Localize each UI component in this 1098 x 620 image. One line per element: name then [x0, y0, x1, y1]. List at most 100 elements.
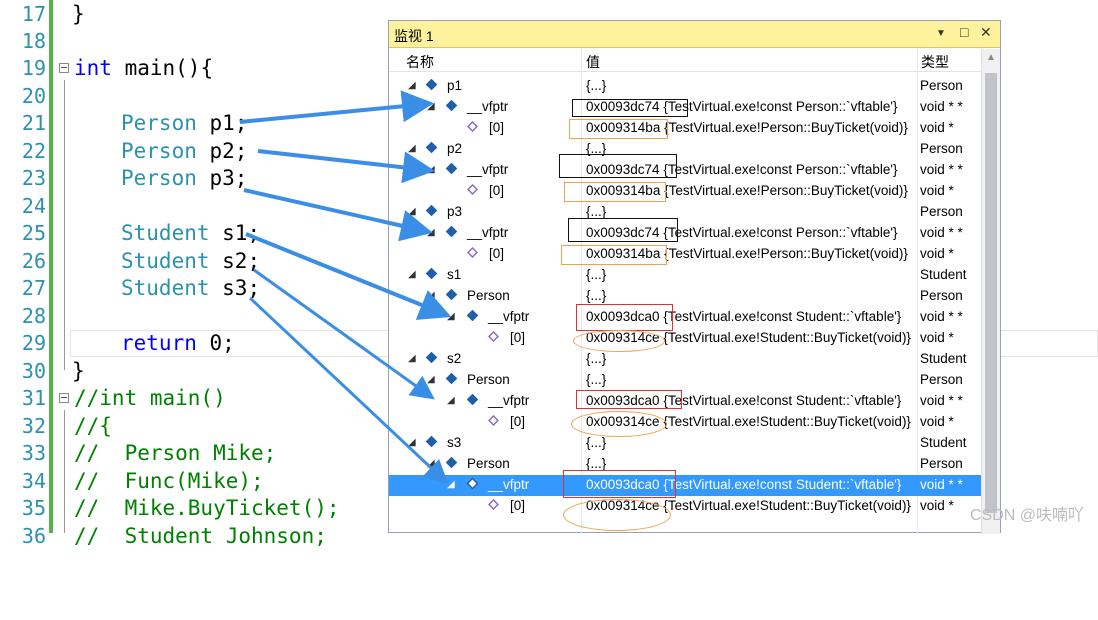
- method-icon: [467, 247, 478, 258]
- watch-row[interactable]: ◢ p1 {...} Person: [389, 76, 981, 97]
- watch-row-type: Person: [920, 372, 963, 387]
- watch-row[interactable]: [0] 0x009314ba {TestVirtual.exe!Person::…: [389, 244, 981, 265]
- watch-row-type: void *: [920, 183, 954, 198]
- code-text: s2;: [209, 249, 261, 273]
- watch-title-bar[interactable]: 监视 1 ▼ □ ✕: [389, 21, 1000, 48]
- code-text: }: [72, 2, 85, 26]
- watch-row-type: Person: [920, 456, 963, 471]
- watch-row[interactable]: ◢ s2 {...} Student: [389, 349, 981, 370]
- watch-row[interactable]: ◢ p3 {...} Person: [389, 202, 981, 223]
- collapse-arrow-icon[interactable]: ◢: [427, 227, 435, 238]
- fold-toggle-icon[interactable]: [59, 393, 69, 403]
- column-name-header[interactable]: 名称: [406, 52, 434, 72]
- watch-row[interactable]: [0] 0x009314ce {TestVirtual.exe!Student:…: [389, 496, 981, 517]
- watch-row-value: {...}: [586, 435, 607, 450]
- collapse-arrow-icon[interactable]: ◢: [427, 290, 435, 301]
- watch-row[interactable]: ◢ __vfptr 0x0093dca0 {TestVirtual.exe!co…: [389, 391, 981, 412]
- comment-text: // Person Mike;: [74, 441, 277, 465]
- collapse-arrow-icon[interactable]: ◢: [447, 311, 455, 322]
- collapse-arrow-icon[interactable]: ◢: [408, 143, 416, 154]
- watch-window[interactable]: 监视 1 ▼ □ ✕ 名称 值 类型 ▲ ◢ p1 {...} Person ◢…: [388, 20, 1001, 534]
- collapse-arrow-icon[interactable]: ◢: [408, 206, 416, 217]
- method-icon: [467, 121, 478, 132]
- vertical-scrollbar[interactable]: ▲: [981, 49, 1000, 534]
- line-number: 24: [21, 194, 46, 218]
- watch-row[interactable]: ◢ Person {...} Person: [389, 286, 981, 307]
- object-icon: [425, 435, 438, 448]
- watch-row[interactable]: [0] 0x009314ce {TestVirtual.exe!Student:…: [389, 328, 981, 349]
- column-value-header[interactable]: 值: [586, 52, 600, 72]
- watch-row[interactable]: ◢ __vfptr 0x0093dc74 {TestVirtual.exe!co…: [389, 160, 981, 181]
- code-text: p3;: [196, 166, 248, 190]
- object-icon: [425, 141, 438, 154]
- annotation-box: [561, 245, 667, 265]
- watch-row[interactable]: ◢ __vfptr 0x0093dca0 {TestVirtual.exe!co…: [389, 307, 981, 328]
- column-type-header[interactable]: 类型: [921, 52, 949, 72]
- watch-row-type: void * *: [920, 309, 963, 324]
- line-number: 34: [21, 469, 46, 493]
- collapse-arrow-icon[interactable]: ◢: [408, 269, 416, 280]
- watch-row-value: {...}: [586, 204, 607, 219]
- type-name: Student: [121, 221, 210, 245]
- watch-row-type: Person: [920, 288, 963, 303]
- base-class-icon: [445, 372, 458, 385]
- watch-row-name: [0]: [510, 414, 526, 429]
- watch-row[interactable]: ◢ Person {...} Person: [389, 454, 981, 475]
- watch-row-selected[interactable]: ◢ __vfptr 0x0093dca0 {TestVirtual.exe!co…: [389, 475, 981, 496]
- keyword: return: [121, 331, 197, 355]
- line-number: 17: [21, 2, 46, 26]
- type-name: Student: [121, 276, 210, 300]
- object-icon: [425, 351, 438, 364]
- maximize-icon[interactable]: □: [960, 24, 968, 40]
- collapse-arrow-icon[interactable]: ◢: [427, 374, 435, 385]
- watch-row-type: void * *: [920, 225, 963, 240]
- watch-row-type: Person: [920, 141, 963, 156]
- line-number: 33: [21, 441, 46, 465]
- type-name: Person: [121, 111, 197, 135]
- watch-row-name: __vfptr: [488, 309, 530, 324]
- scrollbar-thumb[interactable]: [985, 73, 997, 513]
- collapse-arrow-icon[interactable]: ◢: [447, 479, 455, 490]
- close-icon[interactable]: ✕: [980, 24, 992, 41]
- field-icon: [466, 393, 479, 406]
- collapse-arrow-icon[interactable]: ◢: [408, 437, 416, 448]
- base-class-icon: [445, 288, 458, 301]
- collapse-arrow-icon[interactable]: ◢: [427, 458, 435, 469]
- object-icon: [425, 78, 438, 91]
- watch-row[interactable]: [0] 0x009314ce {TestVirtual.exe!Student:…: [389, 412, 981, 433]
- collapse-arrow-icon[interactable]: ◢: [427, 164, 435, 175]
- annotation-box: [563, 470, 676, 498]
- watch-row[interactable]: ◢ s1 {...} Student: [389, 265, 981, 286]
- collapse-arrow-icon[interactable]: ◢: [427, 101, 435, 112]
- line-number: 29: [21, 331, 46, 355]
- object-icon: [425, 267, 438, 280]
- fold-toggle-icon[interactable]: [59, 63, 69, 73]
- collapse-arrow-icon[interactable]: ◢: [408, 80, 416, 91]
- watch-row-type: void * *: [920, 99, 963, 114]
- line-number: 30: [21, 359, 46, 383]
- watch-row-name: __vfptr: [467, 162, 509, 177]
- line-number: 25: [21, 221, 46, 245]
- annotation-box: [559, 154, 677, 178]
- collapse-arrow-icon[interactable]: ◢: [447, 395, 455, 406]
- watch-row[interactable]: ◢ __vfptr 0x0093dc74 {TestVirtual.exe!co…: [389, 223, 981, 244]
- watch-row[interactable]: ◢ Person {...} Person: [389, 370, 981, 391]
- annotation-ellipse: [571, 411, 667, 437]
- watch-row-name: [0]: [510, 498, 526, 513]
- code-text: }: [72, 359, 85, 383]
- watch-row-name: __vfptr: [467, 99, 509, 114]
- watch-row[interactable]: [0] 0x009314ba {TestVirtual.exe!Person::…: [389, 181, 981, 202]
- collapse-arrow-icon[interactable]: ◢: [408, 353, 416, 364]
- dropdown-icon[interactable]: ▼: [936, 28, 946, 39]
- method-icon: [488, 499, 499, 510]
- object-icon: [425, 204, 438, 217]
- line-number: 21: [21, 111, 46, 135]
- watch-row[interactable]: [0] 0x009314ba {TestVirtual.exe!Person::…: [389, 118, 981, 139]
- watch-row[interactable]: ◢ s3 {...} Student: [389, 433, 981, 454]
- scroll-up-icon[interactable]: ▲: [986, 52, 996, 63]
- watch-row[interactable]: ◢ p2 {...} Person: [389, 139, 981, 160]
- watch-row-name: s1: [447, 267, 462, 282]
- watch-row-name: [0]: [489, 246, 505, 261]
- watch-row-name: Person: [467, 456, 510, 471]
- code-text: 0;: [196, 331, 235, 355]
